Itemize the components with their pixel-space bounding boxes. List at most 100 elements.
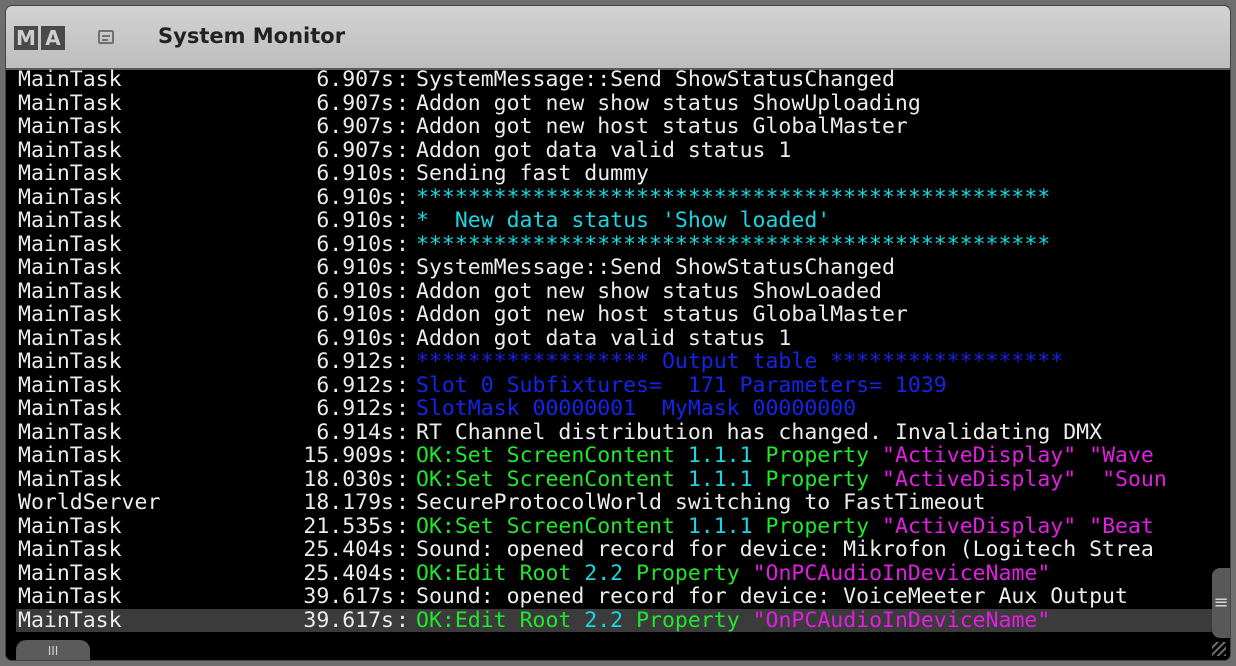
log-time: 6.910s xyxy=(316,325,394,351)
log-time: 6.910s xyxy=(316,161,394,186)
log-separator: : xyxy=(396,325,409,351)
log-separator: : xyxy=(396,255,409,280)
log-message-segment: "ActiveDisplay" "Beat xyxy=(882,513,1154,539)
log-message-segment: OK: xyxy=(416,466,455,492)
log-time: 39.617s xyxy=(303,584,394,609)
log-row[interactable]: MainTask 15.909s: OK:Set ScreenContent 1.1… xyxy=(16,444,1212,468)
log-message: OK:Set ScreenContent 1.1.1 Property "Act… xyxy=(416,513,1154,539)
log-separator: : xyxy=(396,349,409,374)
log-row[interactable]: MainTask 6.907s: Addon got new show status… xyxy=(16,90,1212,116)
log-message: OK:Set ScreenContent 1.1.1 Property "Act… xyxy=(416,444,1154,468)
title-bar[interactable]: M A System Monitor xyxy=(6,6,1230,70)
log-row[interactable]: MainTask 6.914s: RT Channel distribution h… xyxy=(16,419,1212,445)
log-row[interactable]: MainTask 6.910s: * New data status 'Show l… xyxy=(16,209,1212,233)
log-task: MainTask xyxy=(18,584,122,609)
log-row[interactable]: MainTask 21.535s: OK:Set ScreenContent 1.1… xyxy=(16,513,1212,539)
scroll-tab-handle[interactable]: III xyxy=(16,640,90,660)
log-time: 6.912s xyxy=(316,349,394,374)
log-message: SlotMask 00000001 MyMask 00000000 xyxy=(416,396,857,421)
log-task: MainTask xyxy=(18,231,122,257)
log-separator: : xyxy=(396,114,409,139)
log-row[interactable]: MainTask 6.912s: Slot 0 Subfixtures= 171 P… xyxy=(16,372,1212,398)
log-message-segment: 2.2 xyxy=(584,607,624,633)
log-time: 6.912s xyxy=(316,396,394,421)
log-task: MainTask xyxy=(18,184,122,210)
log-message-segment: Property xyxy=(752,466,883,492)
log-message: Addon got new show status ShowUploading xyxy=(416,90,921,116)
log-message: Slot 0 Subfixtures= 171 Parameters= 1039 xyxy=(416,372,947,398)
log-separator: : xyxy=(396,161,409,186)
log-row[interactable]: MainTask 6.910s: SystemMessage::Send ShowS… xyxy=(16,256,1212,280)
log-message-segment: 1.1.1 xyxy=(687,513,753,539)
log-separator: : xyxy=(396,231,409,257)
log-time: 25.404s xyxy=(303,537,394,562)
log-row[interactable]: MainTask 6.907s: SystemMessage::Send ShowS… xyxy=(16,68,1212,92)
log-row[interactable]: MainTask 25.404s: OK:Edit Root 2.2 Propert… xyxy=(16,560,1212,586)
log-message-segment: 1.1.1 xyxy=(687,443,753,468)
log-separator: : xyxy=(396,208,409,233)
log-message: * New data status 'Show loaded' xyxy=(416,208,831,233)
log-time: 15.909s xyxy=(303,443,394,468)
log-separator: : xyxy=(396,466,409,492)
log-time: 6.910s xyxy=(316,278,394,304)
log-time: 6.907s xyxy=(316,114,394,139)
log-task: MainTask xyxy=(18,325,122,351)
log-row[interactable]: MainTask 25.404s: Sound: opened record for… xyxy=(16,538,1212,562)
log-message: ****************** Output table ********… xyxy=(416,349,1064,374)
log-row[interactable]: MainTask 6.907s: Addon got new host status… xyxy=(16,115,1212,139)
log-message: RT Channel distribution has changed. Inv… xyxy=(416,419,1103,445)
log-row[interactable]: MainTask 6.907s: Addon got data valid stat… xyxy=(16,138,1212,163)
log-message: Sending fast dummy xyxy=(416,161,649,186)
log-task: MainTask xyxy=(18,90,122,116)
log-message: SystemMessage::Send ShowStatusChanged xyxy=(416,255,895,280)
scroll-handle-icon[interactable]: ≡ xyxy=(1212,568,1230,638)
bottom-bar: III xyxy=(6,636,1230,660)
log-time: 21.535s xyxy=(303,513,394,539)
log-row[interactable]: MainTask 39.617s: OK:Edit Root 2.2 Propert… xyxy=(16,607,1212,633)
log-task: MainTask xyxy=(18,537,122,562)
log-separator: : xyxy=(396,607,409,633)
log-message-segment: Set ScreenContent xyxy=(454,443,688,468)
log-task: MainTask xyxy=(18,161,122,186)
log-time: 18.030s xyxy=(303,466,394,492)
log-separator: : xyxy=(396,372,409,398)
log-row[interactable]: MainTask 18.030s: OK:Set ScreenContent 1.1… xyxy=(16,466,1212,492)
log-time: 6.910s xyxy=(316,231,394,257)
log-row[interactable]: MainTask 6.912s: ****************** Output… xyxy=(16,350,1212,374)
log-message: Sound: opened record for device: Mikrofo… xyxy=(416,537,1154,562)
log-row[interactable]: MainTask 6.910s: *************************… xyxy=(16,184,1212,210)
log-output[interactable]: MainTask 6.907s: SystemMessage::Send ShowS… xyxy=(16,68,1212,636)
log-task: MainTask xyxy=(18,560,122,586)
log-row[interactable]: MainTask 39.617s: Sound: opened record for… xyxy=(16,585,1212,609)
log-message: SystemMessage::Send ShowStatusChanged xyxy=(416,68,895,92)
log-time: 39.617s xyxy=(303,607,394,633)
window-title: System Monitor xyxy=(158,24,346,48)
log-separator: : xyxy=(396,513,409,539)
log-message-segment: Set ScreenContent xyxy=(454,513,688,539)
log-task: MainTask xyxy=(18,255,122,280)
log-message-segment: OK: xyxy=(416,560,455,586)
log-message-segment: "ActiveDisplay" "Wave xyxy=(882,443,1154,468)
resize-grip-icon[interactable] xyxy=(1212,642,1226,656)
window-menu-icon[interactable] xyxy=(98,30,114,44)
log-row[interactable]: MainTask 6.912s: SlotMask 00000001 MyMask … xyxy=(16,397,1212,421)
log-row[interactable]: MainTask 6.910s: Addon got data valid stat… xyxy=(16,325,1212,351)
log-task: MainTask xyxy=(18,278,122,304)
log-message: Addon got new host status GlobalMaster xyxy=(416,114,908,139)
log-time: 6.910s xyxy=(316,302,394,327)
log-message: SecureProtocolWorld switching to FastTim… xyxy=(416,490,986,515)
log-row[interactable]: MainTask 6.910s: Addon got new host status… xyxy=(16,303,1212,327)
log-time: 6.910s xyxy=(316,208,394,233)
log-message-segment: "ActiveDisplay" "Soun xyxy=(882,466,1167,492)
log-message: OK:Edit Root 2.2 Property "OnPCAudioInDe… xyxy=(416,607,1050,633)
log-row[interactable]: MainTask 6.910s: Addon got new show status… xyxy=(16,278,1212,304)
log-row[interactable]: WorldServer 18.179s: SecureProtocolWorld s… xyxy=(16,491,1212,515)
log-time: 6.910s xyxy=(316,184,394,210)
log-time: 6.914s xyxy=(316,419,394,445)
log-row[interactable]: MainTask 6.910s: Sending fast dummy xyxy=(16,162,1212,186)
log-message: ****************************************… xyxy=(416,184,1051,210)
log-task: WorldServer xyxy=(18,490,161,515)
log-row[interactable]: MainTask 6.910s: *************************… xyxy=(16,231,1212,257)
log-separator: : xyxy=(396,419,409,445)
log-time: 6.907s xyxy=(316,68,394,92)
